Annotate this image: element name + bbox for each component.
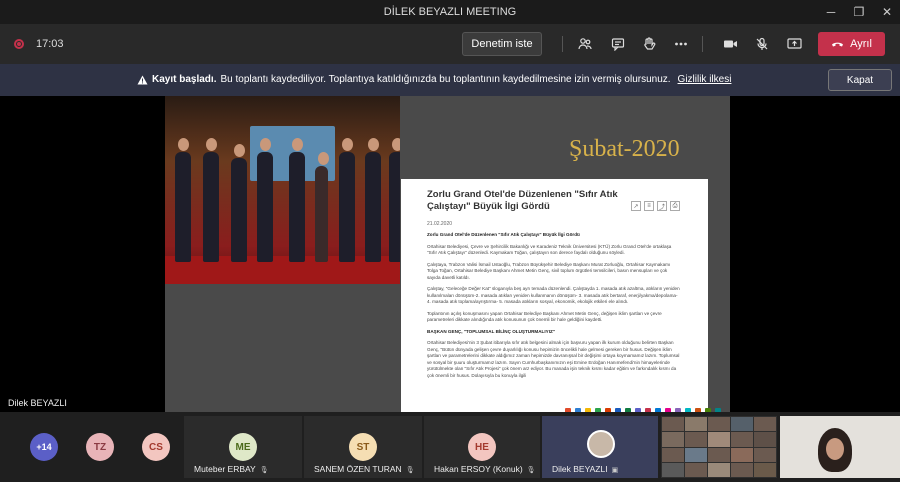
shared-screen-stage: Şubat-2020 Zorlu Grand Otel'de Düzenlene… — [0, 96, 900, 412]
article-title: Zorlu Grand Otel'de Düzenlenen "Sıfır At… — [427, 189, 618, 212]
participant-name: Muteber ERBAY 🎙 — [194, 464, 269, 474]
article-paragraph: Çalıştaya, Trabzon Valisi İsmail Ustaoğl… — [427, 261, 671, 280]
participant-tile[interactable]: HE Hakan ERSOY (Konuk) 🎙 — [424, 416, 540, 478]
recording-notice: Bu toplantı kaydediliyor. Toplantıya kat… — [220, 74, 671, 85]
recording-banner-message: Kayıt başladı. Bu toplantı kaydediliyor.… — [137, 74, 731, 85]
article-paragraph: Ortahisar Belediyesi'nin 3 Şubat itibarı… — [427, 340, 680, 378]
presenter-tile-name: Dilek BEYAZLI ▣ — [552, 464, 619, 474]
request-control-button[interactable]: Denetim iste — [462, 32, 542, 56]
photo-person — [289, 138, 305, 262]
mic-off-icon: 🎙 — [259, 467, 269, 474]
participant-name: Hakan ERSOY (Konuk) 🎙 — [434, 464, 536, 474]
raise-hand-icon[interactable] — [641, 36, 657, 52]
article-subheading: BAŞKAN GENÇ, "TOPLUMSAL BİLİNÇ OLUŞTURMA… — [427, 328, 555, 334]
photo-person — [231, 144, 247, 262]
article-paragraph: Ortahisar Belediyesi, Çevre ve Şehircili… — [427, 243, 672, 256]
participant-avatar[interactable]: TZ — [86, 433, 114, 461]
photo-person — [203, 138, 219, 262]
photo-person — [315, 152, 329, 262]
chat-icon[interactable] — [610, 36, 626, 52]
print-icon: ⎙ — [670, 201, 680, 211]
participant-name: SANEM ÖZEN TURAN 🎙 — [314, 464, 415, 474]
article-date: 21.02.2020 — [427, 221, 453, 227]
participant-strip: +14 TZ CS ME Muteber ERBAY 🎙 ST SANEM ÖZE… — [0, 412, 900, 482]
article-paragraph: Çalıştay, "Geleceğe Değer Kat" sloganıyl… — [427, 286, 680, 304]
close-icon[interactable]: ✕ — [880, 5, 894, 19]
recording-icon — [14, 39, 24, 49]
mic-off-icon: 🎙 — [526, 467, 536, 474]
shared-slide: Şubat-2020 Zorlu Grand Otel'de Düzenlene… — [165, 96, 730, 412]
slide-date-heading: Şubat-2020 — [569, 136, 680, 162]
photo-person — [339, 138, 355, 262]
photo-person — [257, 138, 273, 262]
photo-person — [389, 138, 400, 262]
camera-icon[interactable] — [722, 36, 738, 52]
article-heading: Zorlu Grand Otel'de Düzenlenen "Sıfır At… — [427, 232, 580, 237]
event-photo — [165, 96, 400, 284]
presenter-tile[interactable]: Dilek BEYAZLI ▣ — [542, 416, 658, 478]
leave-label: Ayrıl — [850, 38, 872, 50]
minimize-icon[interactable]: ─ — [824, 5, 838, 19]
article-paragraph: Toplantının açılış konuşmasını yapan Ort… — [427, 310, 662, 323]
photo-person — [365, 138, 381, 262]
participant-avatar: ME — [229, 433, 257, 461]
mic-off-icon: 🎙 — [405, 467, 415, 474]
presenter-photo — [587, 430, 615, 458]
presenter-name-label: Dilek BEYAZLI — [8, 398, 67, 408]
people-icon[interactable] — [577, 36, 593, 52]
more-participants-badge[interactable]: +14 — [30, 433, 58, 461]
meeting-toolbar: 17:03 Denetim iste Ayrıl — [0, 24, 900, 64]
participant-tile[interactable]: ME Muteber ERBAY 🎙 — [184, 416, 302, 478]
video-person-face — [826, 438, 844, 460]
article-share-icons: ↗ ≡ ⤴ ⎙ — [631, 201, 680, 211]
leave-button[interactable]: Ayrıl — [818, 32, 885, 56]
print-icon: ≡ — [644, 201, 654, 211]
phone-icon — [832, 42, 844, 47]
privacy-policy-link[interactable]: Gizlilik ilkesi — [678, 74, 732, 85]
participant-avatar[interactable]: CS — [142, 433, 170, 461]
window-controls: ─ ❐ ✕ — [824, 0, 894, 24]
photo-person — [175, 138, 191, 262]
participant-avatar: HE — [468, 433, 496, 461]
toolbar-divider — [702, 36, 703, 52]
meeting-timer: 17:03 — [36, 38, 64, 50]
warning-icon — [137, 75, 148, 84]
participant-tile[interactable]: ST SANEM ÖZEN TURAN 🎙 — [304, 416, 422, 478]
self-video-tile[interactable] — [780, 416, 900, 478]
recording-banner: Kayıt başladı. Bu toplantı kaydediliyor.… — [0, 64, 900, 96]
news-article: Zorlu Grand Otel'de Düzenlenen "Sıfır At… — [401, 179, 708, 412]
gallery-video-grid[interactable] — [661, 416, 777, 478]
share-icon: ↗ — [631, 201, 641, 211]
maximize-icon[interactable]: ❐ — [852, 5, 866, 19]
window-titlebar: DİLEK BEYAZLI MEETING ─ ❐ ✕ — [0, 0, 900, 24]
dismiss-banner-button[interactable]: Kapat — [828, 69, 892, 91]
more-icon[interactable] — [673, 36, 689, 52]
window-title: DİLEK BEYAZLI MEETING — [383, 6, 517, 18]
mic-off-icon[interactable] — [754, 36, 770, 52]
share-tray-icon[interactable] — [786, 36, 802, 52]
screen-share-icon: ▣ — [611, 467, 619, 474]
participant-avatar: ST — [349, 433, 377, 461]
recording-started-label: Kayıt başladı. — [152, 74, 217, 85]
toolbar-divider — [562, 36, 563, 52]
share-icon: ⤴ — [657, 201, 667, 211]
